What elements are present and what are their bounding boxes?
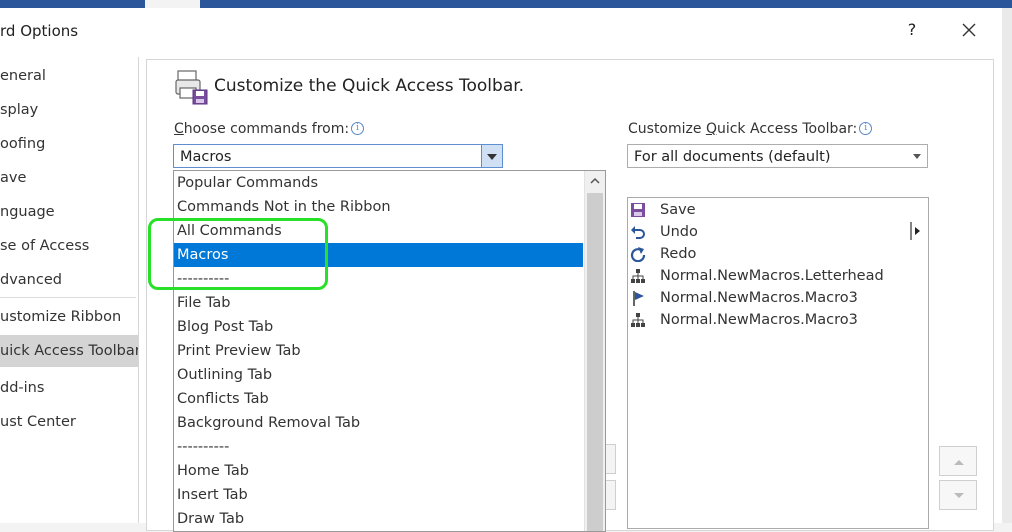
scroll-up-button[interactable] xyxy=(585,171,605,191)
page-heading: Customize the Quick Access Toolbar. xyxy=(214,76,525,96)
chevron-down-icon[interactable] xyxy=(481,145,502,167)
list-item[interactable]: All Commands xyxy=(174,219,583,243)
list-scrollbar[interactable] xyxy=(584,171,605,531)
sidebar-item-customize-ribbon[interactable]: ustomize Ribbon xyxy=(0,301,138,333)
dialog-title: rd Options xyxy=(0,22,79,40)
list-item[interactable]: Blog Post Tab xyxy=(174,315,583,339)
undo-icon xyxy=(631,226,645,239)
qat-item-save[interactable]: Save xyxy=(628,199,926,221)
caret-right-icon[interactable] xyxy=(910,222,922,240)
commands-dropdown-list[interactable]: Popular Commands Commands Not in the Rib… xyxy=(173,170,606,532)
list-item[interactable]: Draw Tab xyxy=(174,507,583,531)
qat-item-macro3-flag[interactable]: Normal.NewMacros.Macro3 xyxy=(628,287,926,309)
list-separator: ---------- xyxy=(177,439,230,455)
list-item[interactable]: Insert Tab xyxy=(174,483,583,507)
list-item[interactable]: Outlining Tab xyxy=(174,363,583,387)
sidebar-item-proofing[interactable]: oofing xyxy=(0,128,138,160)
sidebar-item-quick-access-toolbar[interactable]: uick Access Toolbar xyxy=(0,335,138,367)
chevron-down-icon[interactable] xyxy=(907,145,927,167)
move-down-button[interactable] xyxy=(939,480,977,510)
move-up-button[interactable] xyxy=(939,446,977,476)
qat-item-undo[interactable]: Undo xyxy=(628,221,926,243)
app-ribbon-strip xyxy=(0,0,1012,8)
list-item[interactable]: Home Tab xyxy=(174,459,583,483)
macro-icon xyxy=(631,269,645,283)
choose-commands-label: Choose commands from: i xyxy=(174,121,365,137)
qat-item-macro3[interactable]: Normal.NewMacros.Macro3 xyxy=(628,309,926,331)
sidebar-item-general[interactable]: eneral xyxy=(0,60,138,92)
hidden-control xyxy=(605,480,616,510)
list-separator: ---------- xyxy=(177,271,230,287)
redo-icon xyxy=(630,247,646,262)
quick-access-toolbar-icon xyxy=(175,70,208,105)
close-icon xyxy=(962,23,976,37)
list-item-selected[interactable]: Macros xyxy=(174,243,583,267)
qat-item-macro-letterhead[interactable]: Normal.NewMacros.Letterhead xyxy=(628,265,926,287)
list-item[interactable]: Background Removal Tab xyxy=(174,411,583,435)
customize-qat-dropdown[interactable]: For all documents (default) xyxy=(627,144,928,168)
sidebar-item-add-ins[interactable]: dd-ins xyxy=(0,372,138,404)
sidebar-item-advanced[interactable]: dvanced xyxy=(0,264,138,296)
triangle-up-icon xyxy=(954,460,964,465)
sidebar-item-ease-of-access[interactable]: se of Access xyxy=(0,230,138,262)
triangle-down-icon xyxy=(954,493,964,498)
info-icon: i xyxy=(351,122,365,135)
sidebar-item-save[interactable]: ave xyxy=(0,162,138,194)
macro-icon xyxy=(631,313,645,327)
choose-commands-dropdown[interactable]: Macros xyxy=(173,144,503,168)
scroll-thumb[interactable] xyxy=(587,193,603,531)
list-item[interactable]: Popular Commands xyxy=(174,171,583,195)
options-sidebar: eneral splay oofing ave nguage se of Acc… xyxy=(0,57,139,523)
sidebar-item-display[interactable]: splay xyxy=(0,94,138,126)
sidebar-item-trust-center[interactable]: ust Center xyxy=(0,406,138,438)
chevron-up-icon xyxy=(590,177,600,184)
flag-icon xyxy=(633,291,644,306)
list-item[interactable]: File Tab xyxy=(174,291,583,315)
background-window-edge xyxy=(1002,8,1012,523)
sidebar-separator xyxy=(0,297,136,298)
help-button[interactable]: ? xyxy=(903,20,921,42)
close-button[interactable] xyxy=(958,18,980,42)
info-icon: i xyxy=(859,122,873,135)
qat-item-redo[interactable]: Redo xyxy=(628,243,926,265)
ribbon-tab-hint xyxy=(145,0,200,8)
sidebar-item-language[interactable]: nguage xyxy=(0,196,138,228)
list-item[interactable]: Print Preview Tab xyxy=(174,339,583,363)
save-icon xyxy=(631,203,645,217)
list-item[interactable]: Commands Not in the Ribbon xyxy=(174,195,583,219)
list-item[interactable]: Conflicts Tab xyxy=(174,387,583,411)
qat-commands-list[interactable]: Save Undo Redo Normal.NewMacros.Letterhe… xyxy=(627,197,929,529)
customize-qat-label: Customize Quick Access Toolbar: i xyxy=(628,121,873,137)
hidden-control xyxy=(605,444,616,474)
